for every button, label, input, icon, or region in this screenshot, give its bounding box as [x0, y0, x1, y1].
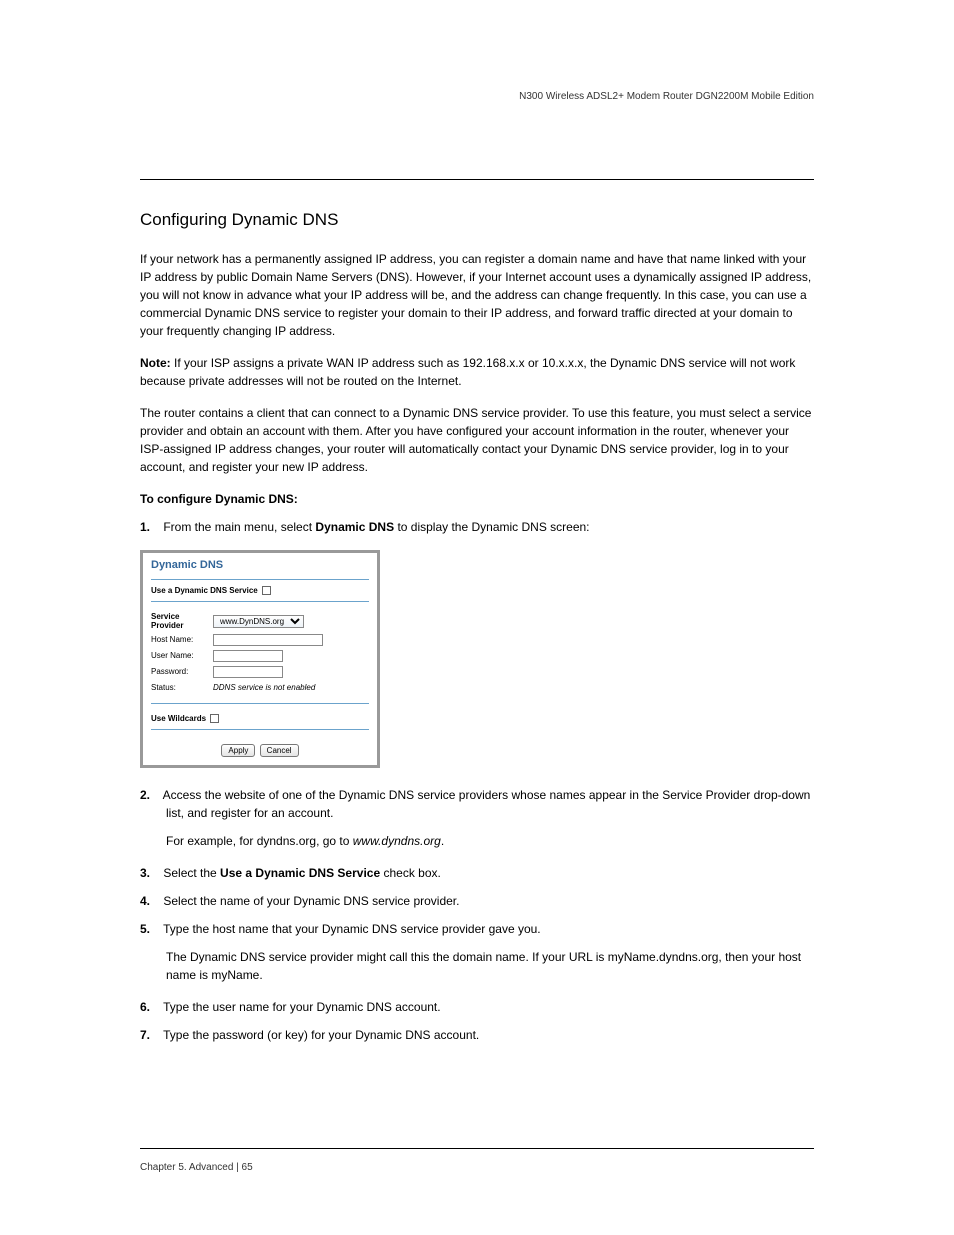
step-number: 7. [140, 1026, 160, 1044]
step-1: 1. From the main menu, select Dynamic DN… [140, 518, 814, 536]
step-text-bold: Dynamic DNS [315, 520, 394, 534]
use-ddns-label: Use a Dynamic DNS Service [151, 586, 258, 595]
step2-example-suffix: . [441, 834, 444, 848]
step-text: Access the website of one of the Dynamic… [163, 788, 811, 820]
step-number: 1. [140, 518, 160, 536]
intro-paragraph-1: If your network has a permanently assign… [140, 250, 814, 340]
service-provider-select[interactable]: www.DynDNS.org [213, 615, 304, 628]
dynamic-dns-panel: Dynamic DNS Use a Dynamic DNS Service Se… [140, 550, 380, 768]
step-2: 2. Access the website of one of the Dyna… [140, 786, 814, 822]
step-text-prefix: From the main menu, select [163, 520, 315, 534]
step-text: Type the user name for your Dynamic DNS … [163, 1000, 440, 1014]
page-footer: Chapter 5. Advanced | 65 [140, 1148, 814, 1175]
password-label: Password: [151, 667, 213, 676]
step-text: Select the name of your Dynamic DNS serv… [163, 894, 459, 908]
wildcards-row: Use Wildcards [151, 714, 369, 723]
step-3: 3. Select the Use a Dynamic DNS Service … [140, 864, 814, 882]
password-input[interactable] [213, 666, 283, 678]
wildcards-label: Use Wildcards [151, 714, 206, 723]
screenshot-figure: Dynamic DNS Use a Dynamic DNS Service Se… [140, 550, 814, 768]
step-number: 5. [140, 920, 160, 938]
step-text-suffix: check box. [380, 866, 441, 880]
step-text: Type the host name that your Dynamic DNS… [163, 922, 541, 936]
footer-left: Chapter 5. Advanced | 65 [140, 1162, 253, 1173]
step-5: 5. Type the host name that your Dynamic … [140, 920, 814, 938]
wildcards-checkbox[interactable] [210, 714, 219, 723]
step2-example-link: www.dyndns.org [353, 834, 441, 848]
step-text-prefix: Select the [163, 866, 220, 880]
note-label: Note: [140, 356, 171, 370]
step-7: 7. Type the password (or key) for your D… [140, 1026, 814, 1044]
step2-example-prefix: For example, for dyndns.org, go to [166, 834, 353, 848]
user-name-label: User Name: [151, 651, 213, 660]
section-heading: Configuring Dynamic DNS [140, 210, 814, 230]
step-number: 2. [140, 786, 160, 804]
use-ddns-checkbox[interactable] [262, 586, 271, 595]
page-header: N300 Wireless ADSL2+ Modem Router DGN220… [140, 90, 814, 180]
step-number: 6. [140, 998, 160, 1016]
status-label: Status: [151, 683, 213, 692]
step-text: Type the password (or key) for your Dyna… [163, 1028, 479, 1042]
step-number: 3. [140, 864, 160, 882]
step-text-suffix: to display the Dynamic DNS screen: [394, 520, 589, 534]
cancel-button[interactable]: Cancel [260, 744, 299, 757]
apply-button[interactable]: Apply [221, 744, 255, 757]
steps-intro: To configure Dynamic DNS: [140, 490, 814, 508]
service-provider-label: Service Provider [151, 612, 213, 630]
intro-paragraph-2: The router contains a client that can co… [140, 404, 814, 476]
step-2-example: For example, for dyndns.org, go to www.d… [140, 832, 814, 850]
note-block: Note: If your ISP assigns a private WAN … [140, 354, 814, 390]
note-text: If your ISP assigns a private WAN IP add… [140, 356, 795, 388]
step-6: 6. Type the user name for your Dynamic D… [140, 998, 814, 1016]
host-name-input[interactable] [213, 634, 323, 646]
user-name-input[interactable] [213, 650, 283, 662]
use-ddns-row: Use a Dynamic DNS Service [151, 586, 369, 595]
panel-title: Dynamic DNS [151, 559, 369, 571]
step-number: 4. [140, 892, 160, 910]
status-value: DDNS service is not enabled [213, 683, 315, 692]
host-name-label: Host Name: [151, 635, 213, 644]
header-product-name: N300 Wireless ADSL2+ Modem Router DGN220… [140, 90, 814, 103]
step-4: 4. Select the name of your Dynamic DNS s… [140, 892, 814, 910]
step-5-extra: The Dynamic DNS service provider might c… [140, 948, 814, 984]
step-text-bold: Use a Dynamic DNS Service [220, 866, 380, 880]
